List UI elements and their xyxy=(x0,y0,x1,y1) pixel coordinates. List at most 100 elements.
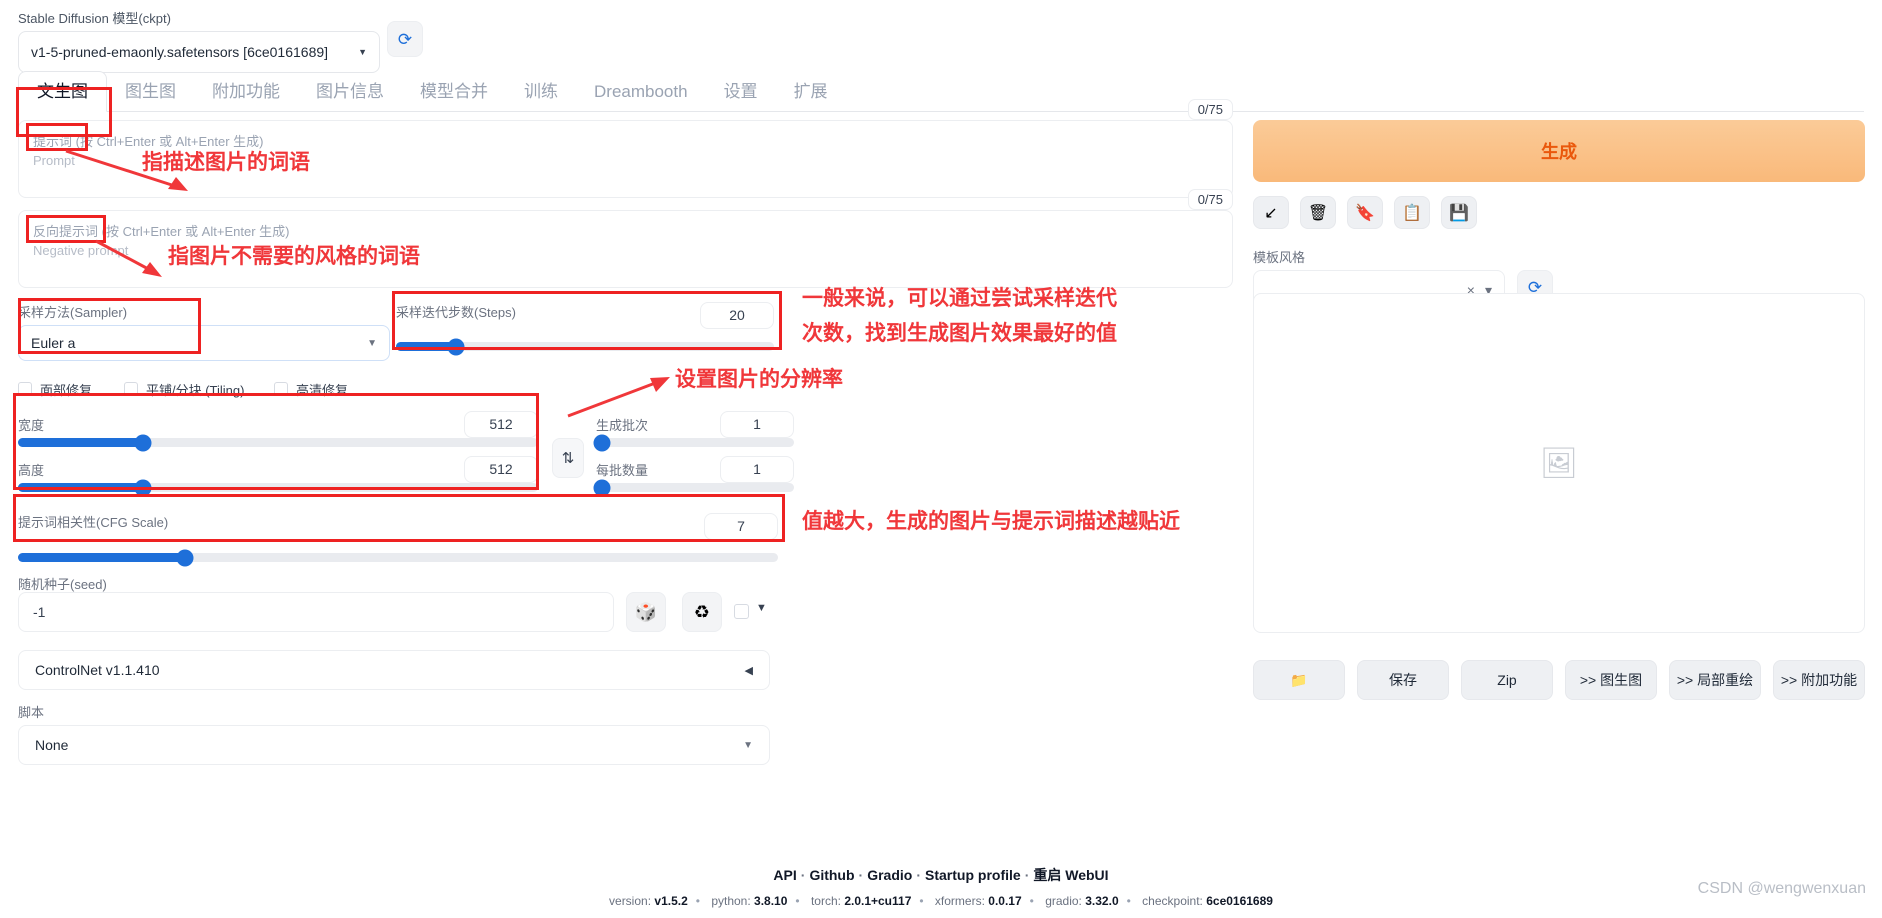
sampler-group: 采样方法(Sampler) Euler a ▼ xyxy=(18,302,390,361)
checkbox-tiling[interactable]: 平铺/分块 (Tiling) xyxy=(124,380,274,399)
right-panel: 生成 ↙ 🗑 🔖 📋 💾 模板风格 × ▾ ⟳ xyxy=(1253,120,1865,310)
controlnet-accordion[interactable]: ControlNet v1.1.410 ◀ xyxy=(18,650,770,690)
refresh-model-button[interactable]: ⟳ xyxy=(387,21,423,57)
save-button[interactable]: 保存 xyxy=(1357,660,1449,700)
batch-group: 生成批次 1 每批数量 1 xyxy=(593,410,794,496)
open-folder-button[interactable]: 📁 xyxy=(1253,660,1345,700)
sampler-dropdown[interactable]: Euler a ▼ xyxy=(18,325,390,361)
seed-extra-checkbox[interactable] xyxy=(734,604,749,619)
show-extra-networks-button[interactable]: 🔖 xyxy=(1347,196,1383,229)
output-gallery[interactable]: 🖼 xyxy=(1253,293,1865,633)
script-dropdown[interactable]: None ▼ xyxy=(18,725,770,765)
version-key: version: xyxy=(609,894,652,908)
controlnet-label: ControlNet v1.1.410 xyxy=(35,662,160,678)
dimensions-group: 宽度 512 高度 512 xyxy=(18,410,538,496)
footer-link-startup-profile[interactable]: Startup profile xyxy=(925,867,1021,883)
checkbox-face-restore[interactable]: 面部修复 xyxy=(18,380,124,399)
tab-txt2img[interactable]: 文生图 xyxy=(18,71,107,112)
tab-settings[interactable]: 设置 xyxy=(706,72,776,111)
width-label: 宽度 xyxy=(18,417,45,433)
negative-prompt-token-counter: 0/75 xyxy=(1187,189,1233,210)
cfg-value-input[interactable]: 7 xyxy=(704,513,778,540)
left-panel: 0/75 提示词 (按 Ctrl+Enter 或 Alt+Enter 生成) P… xyxy=(18,99,1233,765)
clear-prompt-button[interactable]: 🗑 xyxy=(1300,196,1336,229)
xformers-val: 0.0.17 xyxy=(988,894,1022,908)
steps-slider[interactable] xyxy=(396,338,774,355)
steps-value-input[interactable]: 20 xyxy=(700,302,774,329)
trash-icon: 🗑 xyxy=(1307,204,1329,222)
apply-style-button[interactable]: 📋 xyxy=(1394,196,1430,229)
xformers-key: xformers: xyxy=(934,894,985,908)
gradio-val: 3.32.0 xyxy=(1085,894,1119,908)
batch-count-input[interactable]: 1 xyxy=(720,410,794,438)
height-slider[interactable] xyxy=(18,479,538,496)
height-value-input[interactable]: 512 xyxy=(464,455,538,483)
footer-link-gradio[interactable]: Gradio xyxy=(867,867,912,883)
folder-icon: 📁 xyxy=(1290,671,1308,688)
chevron-left-icon: ◀ xyxy=(744,664,753,677)
send-to-img2img-button[interactable]: >> 图生图 xyxy=(1565,660,1657,700)
checkbox-hires-fix-label: 高清修复 xyxy=(296,382,349,398)
tab-extensions[interactable]: 扩展 xyxy=(776,72,846,111)
gradio-key: gradio: xyxy=(1045,894,1082,908)
tab-pnginfo[interactable]: 图片信息 xyxy=(298,72,402,111)
script-value: None xyxy=(35,737,69,753)
footer-link-api[interactable]: API xyxy=(773,867,796,883)
prompt-hint: (按 Ctrl+Enter 或 Alt+Enter 生成) xyxy=(75,134,264,149)
arrow-into-box-button[interactable]: ↙ xyxy=(1253,196,1289,229)
checkbox-box-icon xyxy=(124,382,138,396)
save-floppy-icon: 💾 xyxy=(1449,204,1469,222)
annotation-text-steps-line2: 次数，找到生成图片效果最好的值 xyxy=(802,322,1117,345)
tab-checkpoint-merger[interactable]: 模型合并 xyxy=(402,72,506,111)
cfg-scale-group: 提示词相关性(CFG Scale) 7 xyxy=(18,512,778,566)
batch-size-input[interactable]: 1 xyxy=(720,455,794,483)
swap-dimensions-button[interactable]: ⇅ xyxy=(552,438,584,478)
tab-train[interactable]: 训练 xyxy=(506,72,576,111)
stable-diffusion-webui: Stable Diffusion 模型(ckpt) v1-5-pruned-em… xyxy=(0,0,1882,918)
checkbox-face-restore-label: 面部修复 xyxy=(40,382,93,398)
model-dropdown[interactable]: v1-5-pruned-emaonly.safetensors [6ce0161… xyxy=(18,31,380,73)
arrow-into-box-icon: ↙ xyxy=(1264,204,1278,222)
options-checkbox-row: 面部修复 平铺/分块 (Tiling) 高清修复 xyxy=(18,378,1233,400)
model-value: v1-5-pruned-emaonly.safetensors [6ce0161… xyxy=(31,44,329,60)
checkbox-hires-fix[interactable]: 高清修复 xyxy=(274,380,348,399)
python-val: 3.8.10 xyxy=(754,894,788,908)
seed-label: 随机种子(seed) xyxy=(18,577,107,592)
chevron-down-icon: ▼ xyxy=(358,47,367,57)
annotation-text-negative: 指图片不需要的风格的词语 xyxy=(168,245,420,268)
height-label: 高度 xyxy=(18,462,45,478)
tab-extras[interactable]: 附加功能 xyxy=(194,72,298,111)
prompt-tools-row: ↙ 🗑 🔖 📋 💾 xyxy=(1253,196,1865,229)
cfg-slider[interactable] xyxy=(18,549,778,566)
batch-size-slider[interactable] xyxy=(593,479,794,496)
annotation-text-steps-line1: 一般来说，可以通过尝试采样迭代 xyxy=(802,287,1117,310)
chevron-down-icon[interactable]: ▼ xyxy=(756,602,767,614)
batch-count-label: 生成批次 xyxy=(596,417,649,433)
footer-link-restart-webui[interactable]: 重启 WebUI xyxy=(1033,867,1108,883)
chevron-down-icon: ▼ xyxy=(743,739,753,751)
batch-count-slider[interactable] xyxy=(593,434,794,451)
width-value-input[interactable]: 512 xyxy=(464,410,538,438)
checkpoint-val: 6ce0161689 xyxy=(1206,894,1273,908)
seed-recycle-button[interactable]: ♻ xyxy=(682,592,722,632)
torch-key: torch: xyxy=(810,894,841,908)
width-slider[interactable] xyxy=(18,434,538,451)
watermark: CSDN @wengwenxuan xyxy=(1697,880,1866,897)
create-style-button[interactable]: 💾 xyxy=(1441,196,1477,229)
tab-img2img[interactable]: 图生图 xyxy=(107,72,194,111)
recycle-icon: ♻ xyxy=(693,601,711,622)
zip-button[interactable]: Zip xyxy=(1461,660,1553,700)
recycle-bin-icon: 🔖 xyxy=(1355,204,1375,222)
annotation-text-cfg: 值越大，生成的图片与提示词描述越贴近 xyxy=(802,510,1180,533)
send-to-inpaint-button[interactable]: >> 局部重绘 xyxy=(1669,660,1761,700)
generate-button[interactable]: 生成 xyxy=(1253,120,1865,182)
seed-dice-button[interactable]: 🎲 xyxy=(626,592,666,632)
prompt-token-counter: 0/75 xyxy=(1187,99,1233,120)
send-to-extras-button[interactable]: >> 附加功能 xyxy=(1773,660,1865,700)
prompt-label-cn: 提示词 xyxy=(33,134,73,149)
seed-input[interactable]: -1 xyxy=(18,592,614,632)
tab-dreambooth[interactable]: Dreambooth xyxy=(576,77,706,111)
negative-prompt-label-cn: 反向提示词 xyxy=(33,224,99,239)
footer-link-github[interactable]: Github xyxy=(809,867,854,883)
checkbox-tiling-label: 平铺/分块 (Tiling) xyxy=(146,382,245,398)
